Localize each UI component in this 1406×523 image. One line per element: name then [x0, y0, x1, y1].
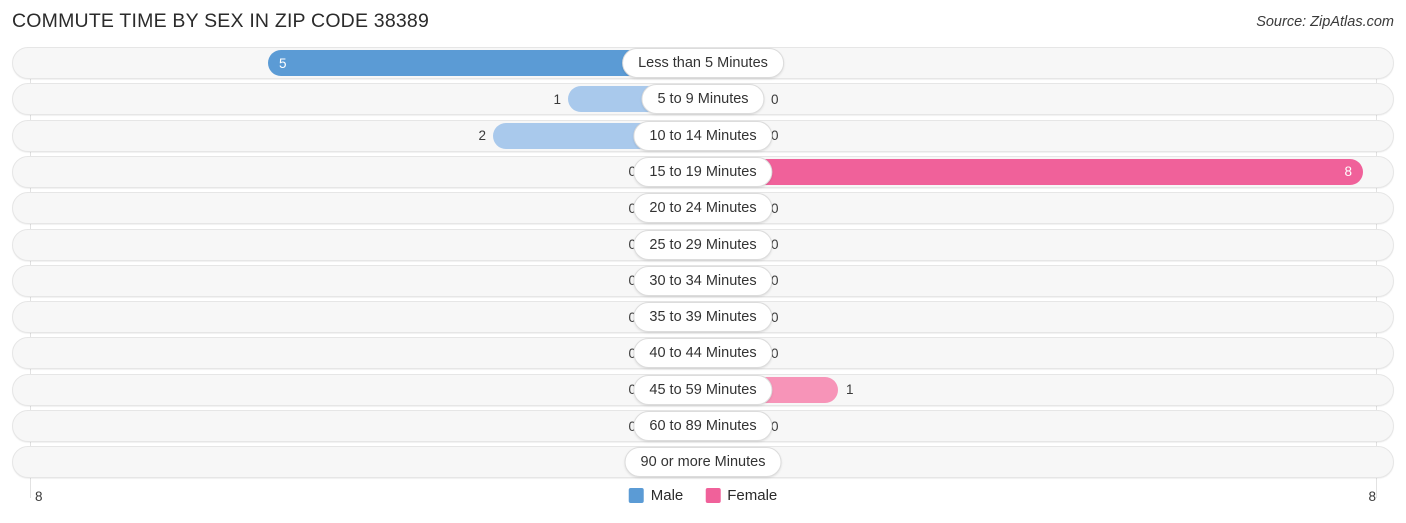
row-label-pill: 30 to 34 Minutes — [633, 265, 773, 296]
axis-tick-right: 8 — [1368, 489, 1376, 504]
row-label-pill: Less than 5 Minutes — [622, 48, 784, 78]
bar-value-female: 0 — [771, 309, 779, 325]
legend-swatch-male — [628, 488, 644, 503]
table-row[interactable]: 1 0 5 to 9 Minutes — [12, 83, 1394, 116]
bar-value-female: 0 — [771, 418, 779, 434]
legend-swatch-female — [705, 488, 721, 503]
row-label-pill: 15 to 19 Minutes — [633, 156, 773, 187]
bar-value-male: 0 — [628, 345, 636, 361]
bar-female[interactable]: 8 — [703, 158, 1363, 185]
table-row[interactable]: 0 0 35 to 39 Minutes — [12, 301, 1394, 334]
row-label-pill: 10 to 14 Minutes — [633, 120, 773, 151]
chart-legend: Male Female — [628, 487, 777, 504]
chart-plot-area: 50Less than 5 Minutes105 to 9 Minutes201… — [0, 47, 1406, 498]
bar-value-male: 0 — [628, 309, 636, 325]
table-row[interactable]: 0 090 or more Minutes — [12, 446, 1394, 479]
table-row[interactable]: 2 0 10 to 14 Minutes — [12, 119, 1394, 152]
chart-page: COMMUTE TIME BY SEX IN ZIP CODE 38389 So… — [0, 0, 1406, 523]
bar-value-female: 0 — [771, 200, 779, 216]
bar-value-male: 0 — [628, 382, 636, 398]
row-label-pill: 5 to 9 Minutes — [641, 84, 765, 115]
legend-label-male: Male — [650, 487, 684, 504]
legend-item-female[interactable]: Female — [705, 487, 777, 504]
row-label-pill: 35 to 39 Minutes — [633, 302, 773, 333]
bar-value-male: 0 — [12, 446, 636, 478]
row-label-pill: 25 to 29 Minutes — [633, 229, 773, 260]
table-row[interactable]: 0 1 45 to 59 Minutes — [12, 373, 1394, 406]
axis-tick-left: 8 — [35, 489, 43, 504]
bar-value-male: 1 — [553, 91, 561, 107]
bar-value-female: 0 — [771, 446, 1394, 478]
legend-item-male[interactable]: Male — [628, 487, 684, 504]
bar-value-female: 0 — [771, 91, 779, 107]
row-label-pill: 40 to 44 Minutes — [633, 338, 773, 369]
table-row[interactable]: 0 0 20 to 24 Minutes — [12, 192, 1394, 225]
row-label-pill: 45 to 59 Minutes — [633, 374, 773, 405]
bar-value-male: 5 — [279, 55, 287, 71]
bar-value-male: 0 — [628, 273, 636, 289]
table-row[interactable]: 0 0 60 to 89 Minutes — [12, 410, 1394, 442]
legend-label-female: Female — [727, 487, 778, 504]
source-attribution: Source: ZipAtlas.com — [1256, 14, 1394, 30]
bar-value-female: 1 — [846, 382, 854, 398]
bar-value-male: 2 — [478, 128, 486, 144]
table-row[interactable]: 0 0 30 to 34 Minutes — [12, 264, 1394, 297]
row-label-pill: 90 or more Minutes — [624, 447, 782, 478]
bar-value-male: 0 — [628, 418, 636, 434]
bar-value-female: 0 — [771, 47, 1394, 79]
row-label-pill: 60 to 89 Minutes — [633, 411, 773, 441]
bar-value-female: 8 — [1344, 164, 1352, 180]
bar-value-female: 0 — [771, 237, 779, 252]
bar-value-male: 0 — [628, 200, 636, 216]
table-row[interactable]: 0 0 40 to 44 Minutes — [12, 337, 1394, 370]
bar-value-female: 0 — [771, 128, 779, 144]
table-row[interactable]: 0 0 25 to 29 Minutes — [12, 228, 1394, 261]
page-title: COMMUTE TIME BY SEX IN ZIP CODE 38389 — [12, 10, 430, 32]
row-label-pill: 20 to 24 Minutes — [633, 193, 773, 224]
bar-value-male: 0 — [628, 237, 636, 252]
table-row[interactable]: 5 0Less than 5 Minutes — [12, 47, 1394, 79]
bar-value-male: 0 — [628, 164, 636, 180]
bar-value-female: 0 — [771, 345, 779, 361]
table-row[interactable]: 0 8 15 to 19 Minutes — [12, 155, 1394, 188]
bar-value-female: 0 — [771, 273, 779, 289]
